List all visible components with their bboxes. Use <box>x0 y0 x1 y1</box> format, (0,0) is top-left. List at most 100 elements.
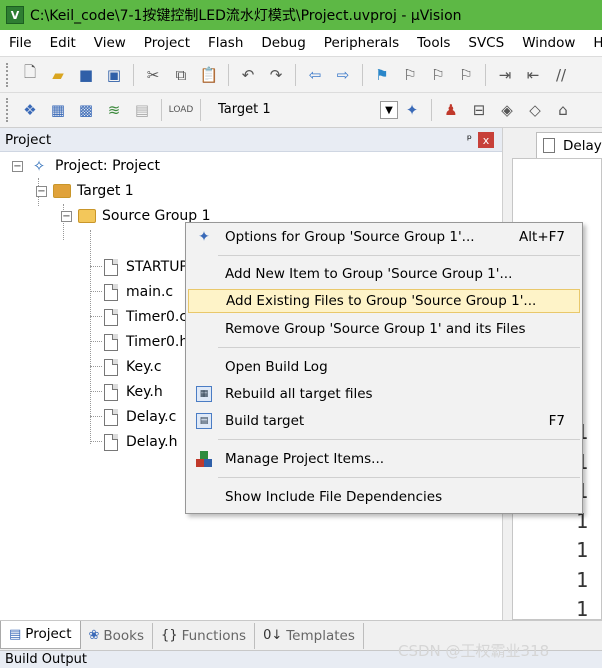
menu-item-add-existing-files[interactable]: Add Existing Files to Group 'Source Grou… <box>188 289 580 313</box>
app-icon: V <box>6 6 24 24</box>
toolbar-separator <box>228 63 229 86</box>
undo-icon[interactable]: ↶ <box>237 64 259 86</box>
save-icon[interactable]: ■ <box>75 64 97 86</box>
translate-icon[interactable]: ❖ <box>19 99 41 121</box>
stop-build-icon[interactable]: ▤ <box>131 99 153 121</box>
tab-books[interactable]: ❀ Books <box>81 622 154 649</box>
menu-debug[interactable]: Debug <box>252 35 314 51</box>
cut-icon[interactable]: ✂ <box>142 64 164 86</box>
tab-label: Functions <box>181 627 247 644</box>
pin-icon[interactable]: ᵖ <box>467 132 472 146</box>
clear-bookmarks-icon[interactable]: ⚐ <box>455 64 477 86</box>
menu-item-show-include-deps[interactable]: Show Include File Dependencies <box>188 485 580 509</box>
open-folder-icon[interactable]: ▰ <box>47 64 69 86</box>
tree-file-timer0-h[interactable]: Timer0.h <box>104 331 188 353</box>
indent-icon[interactable]: ⇥ <box>494 64 516 86</box>
target-select[interactable]: Target 1 ▼ <box>212 98 398 122</box>
rebuild-icon[interactable]: ▩ <box>75 99 97 121</box>
tree-file-label: STARTUP <box>126 259 188 275</box>
menu-item-add-new-item[interactable]: Add New Item to Group 'Source Group 1'..… <box>188 262 580 286</box>
tree-file-label: Delay.h <box>126 434 178 450</box>
target-folder-icon <box>53 184 71 198</box>
new-file-icon[interactable]: 🗋 <box>19 63 41 86</box>
download-icon[interactable]: LOAD <box>169 99 194 121</box>
menu-file[interactable]: File <box>0 35 41 51</box>
toolbar-separator <box>161 99 162 121</box>
bookmark-icon[interactable]: ⚑ <box>371 64 393 86</box>
rte-icon[interactable]: ⌂ <box>552 99 574 121</box>
tree-connector <box>90 441 102 442</box>
toolbar-separator <box>431 99 432 121</box>
menu-peripherals[interactable]: Peripherals <box>315 35 408 51</box>
menu-item-label: Open Build Log <box>225 359 328 375</box>
menu-item-manage-project-items[interactable]: Manage Project Items... <box>188 447 580 471</box>
title-bar: V C:\Keil_code\7-1按键控制LED流水灯模式\Project.u… <box>0 0 602 30</box>
tree-file-label: Key.h <box>126 384 163 400</box>
toolbar-grip[interactable] <box>6 98 10 122</box>
paste-icon[interactable]: 📋 <box>198 64 220 86</box>
tab-functions[interactable]: {} Functions <box>153 622 256 649</box>
redo-icon[interactable]: ↷ <box>265 64 287 86</box>
menu-svcs[interactable]: SVCS <box>459 35 513 51</box>
navigate-forward-icon[interactable]: ⇨ <box>332 64 354 86</box>
menu-help[interactable]: H <box>584 35 602 51</box>
file-icon <box>104 258 118 276</box>
next-bookmark-icon[interactable]: ⚐ <box>427 64 449 86</box>
menu-item-build-target[interactable]: ▤ Build target F7 <box>188 409 580 433</box>
file-icon <box>104 283 118 301</box>
menu-project[interactable]: Project <box>135 35 199 51</box>
target-select-value: Target 1 <box>218 102 271 117</box>
toolbar-grip[interactable] <box>6 62 10 87</box>
copy-icon[interactable]: ⧉ <box>170 64 192 86</box>
menu-tools[interactable]: Tools <box>408 35 459 51</box>
select-software-packs-icon[interactable]: ◇ <box>524 99 546 121</box>
menu-item-rebuild-all[interactable]: ▦ Rebuild all target files <box>188 382 580 406</box>
batch-build-icon[interactable]: ≋ <box>103 99 125 121</box>
tree-connector <box>90 341 102 342</box>
tree-file-startup[interactable]: STARTUP <box>104 256 188 278</box>
tree-file-key-h[interactable]: Key.h <box>104 381 163 403</box>
menu-item-shortcut: Alt+F7 <box>519 229 565 245</box>
tree-node-label: Project: Project <box>55 158 160 174</box>
menu-edit[interactable]: Edit <box>41 35 85 51</box>
comment-icon[interactable]: // <box>550 64 572 86</box>
project-icon: ✧ <box>32 157 46 175</box>
chevron-down-icon[interactable]: ▼ <box>380 101 398 119</box>
project-tab-icon: ▤ <box>9 626 22 642</box>
collapse-icon[interactable]: − <box>36 185 47 197</box>
unindent-icon[interactable]: ⇤ <box>522 64 544 86</box>
navigate-back-icon[interactable]: ⇦ <box>304 64 326 86</box>
tree-file-delay-c[interactable]: Delay.c <box>104 406 176 428</box>
tab-project[interactable]: ▤ Project <box>0 620 81 649</box>
tree-file-timer0-c[interactable]: Timer0.c <box>104 306 187 328</box>
prev-bookmark-icon[interactable]: ⚐ <box>399 64 421 86</box>
build-icon: ▤ <box>196 413 212 429</box>
build-icon[interactable]: ▦ <box>47 99 69 121</box>
tree-file-delay-h[interactable]: Delay.h <box>104 431 177 453</box>
menu-bar: File Edit View Project Flash Debug Perip… <box>0 30 602 56</box>
tree-file-main-c[interactable]: main.c <box>104 281 173 303</box>
menu-item-label: Add Existing Files to Group 'Source Grou… <box>226 293 537 309</box>
menu-flash[interactable]: Flash <box>199 35 252 51</box>
save-all-icon[interactable]: ▣ <box>103 64 125 86</box>
tree-connector <box>90 416 102 417</box>
tab-templates[interactable]: 0↓ Templates <box>255 622 364 649</box>
menu-window[interactable]: Window <box>513 35 584 51</box>
rebuild-icon: ▦ <box>196 386 212 402</box>
target-options-icon[interactable]: ✦ <box>401 99 423 121</box>
menu-view[interactable]: View <box>85 35 135 51</box>
tree-file-key-c[interactable]: Key.c <box>104 356 162 378</box>
manage-components-icon[interactable]: ♟ <box>440 99 462 121</box>
menu-item-remove-group[interactable]: Remove Group 'Source Group 1' and its Fi… <box>188 317 580 341</box>
pack-installer-icon[interactable]: ◈ <box>496 99 518 121</box>
close-icon[interactable]: x <box>478 132 494 148</box>
collapse-icon[interactable]: − <box>61 210 72 222</box>
file-extensions-icon[interactable]: ⊟ <box>468 99 490 121</box>
editor-tab-delay[interactable]: Delay <box>536 132 602 158</box>
build-icon-wrap: ▤ <box>194 411 214 431</box>
tree-node-project[interactable]: − ✧ Project: Project <box>12 155 160 177</box>
menu-item-options-for-group[interactable]: ✦ Options for Group 'Source Group 1'... … <box>188 225 580 249</box>
collapse-icon[interactable]: − <box>12 160 23 172</box>
tree-node-target[interactable]: − Target 1 <box>36 180 134 202</box>
menu-item-open-build-log[interactable]: Open Build Log <box>188 355 580 379</box>
